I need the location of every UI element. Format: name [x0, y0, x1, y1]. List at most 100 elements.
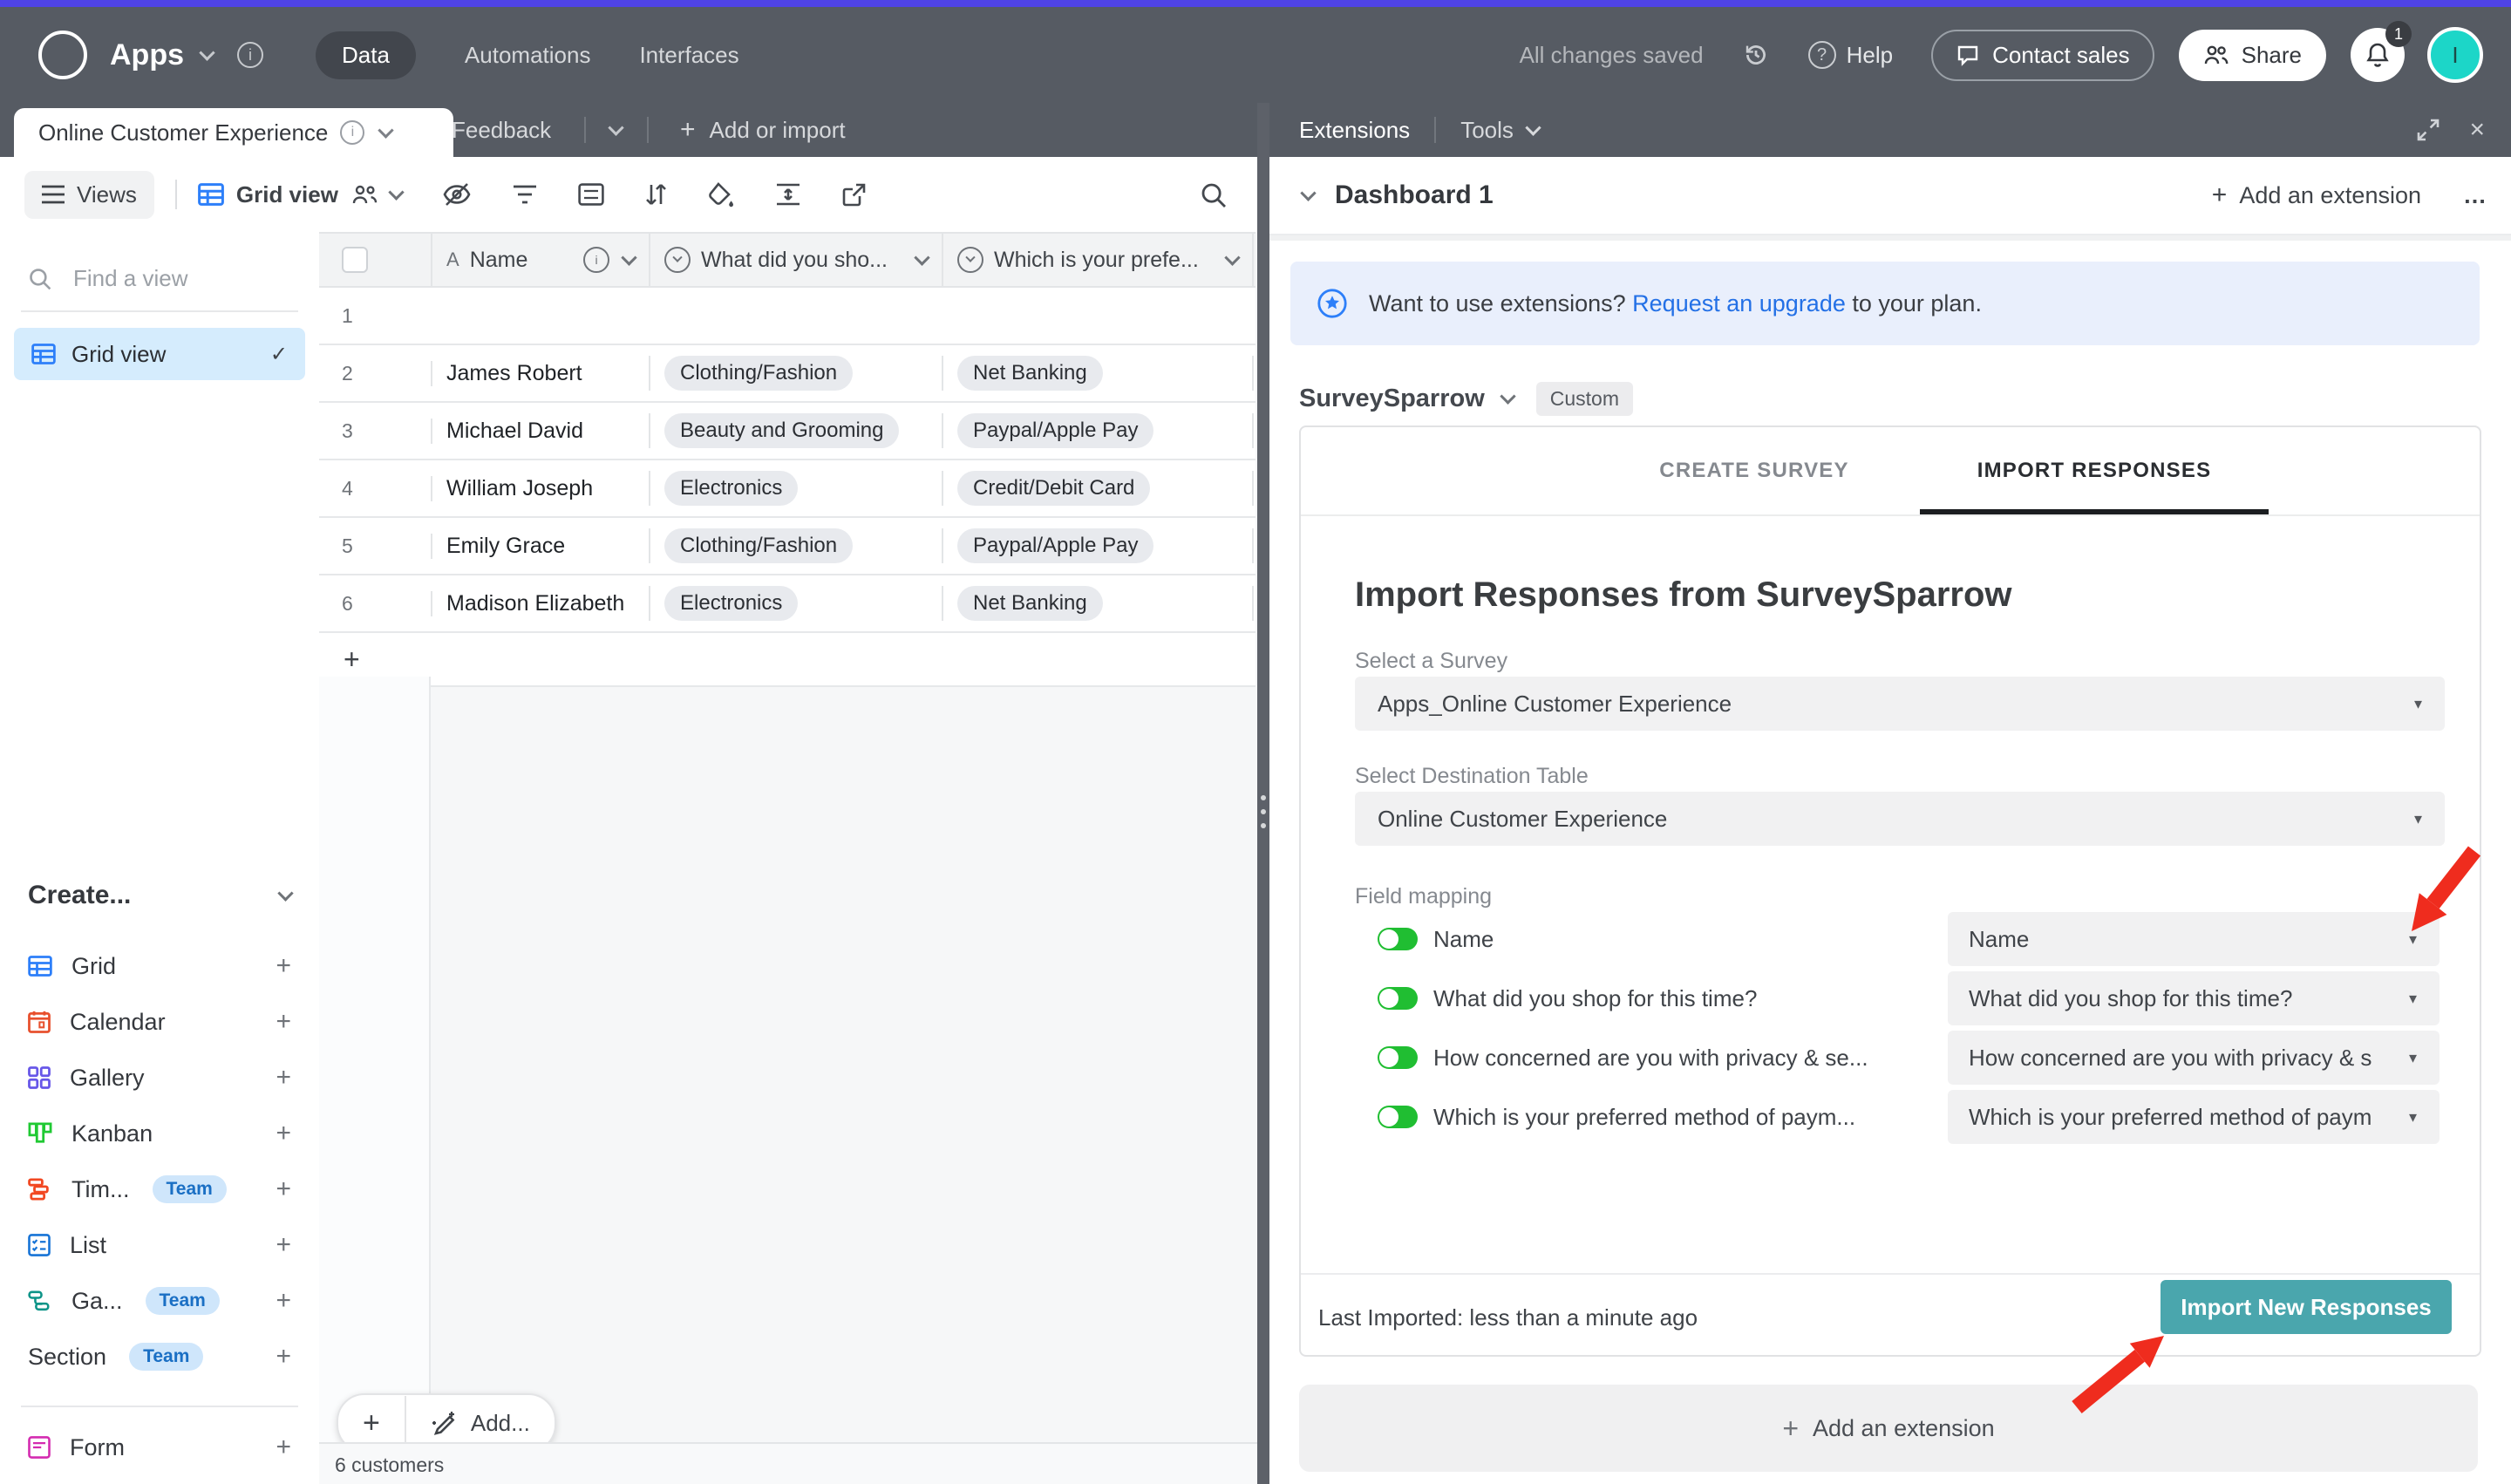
find-view-search[interactable] [28, 263, 269, 294]
column-chevron-down-icon [1224, 249, 1240, 265]
mapping-target-select[interactable]: Which is your preferred method of paym▾ [1948, 1090, 2440, 1144]
add-record-button[interactable]: + [338, 1406, 405, 1440]
tools-menu[interactable]: Tools [1460, 117, 1539, 144]
add-or-import-button[interactable]: + Add or import [680, 103, 846, 157]
caret-down-icon: ▾ [2409, 930, 2417, 949]
sidebar-view-grid-view[interactable]: Grid view ✓ [14, 328, 305, 380]
workspace-logo[interactable] [38, 31, 87, 79]
table-row[interactable]: 1 [319, 288, 1256, 345]
sidebar-item-form[interactable]: Form+ [14, 1425, 305, 1470]
card-footer-divider [1301, 1273, 2480, 1275]
mapping-toggle[interactable] [1378, 1046, 1418, 1069]
team-badge: Team [146, 1287, 220, 1315]
table-chevron-down-icon[interactable] [378, 122, 394, 138]
list-icon [28, 1234, 51, 1256]
table-row[interactable]: 3 Michael David Beauty and Grooming Payp… [319, 403, 1256, 460]
notifications-button[interactable]: 1 [2351, 28, 2405, 82]
tab-create-survey[interactable]: CREATE SURVEY [1597, 427, 1911, 514]
mapping-toggle[interactable] [1378, 928, 1418, 950]
table-info-icon: i [340, 120, 364, 145]
history-icon[interactable] [1742, 41, 1770, 69]
tab-feedback[interactable]: Feedback [452, 103, 551, 157]
ai-add-button[interactable]: Add... [406, 1410, 555, 1437]
add-view-icon: + [276, 1063, 291, 1093]
field-info-icon: i [583, 247, 609, 273]
nav-tab-automations[interactable]: Automations [465, 42, 591, 69]
dashboard-title[interactable]: Dashboard 1 [1335, 180, 1494, 210]
row-height-icon[interactable] [775, 182, 801, 207]
contact-sales-button[interactable]: Contact sales [1931, 30, 2154, 81]
add-extension-button[interactable]: + Add an extension [2212, 180, 2421, 210]
dashboard-chevron-icon[interactable] [1300, 185, 1316, 201]
grid-gutter [319, 677, 431, 1484]
mapping-toggle[interactable] [1378, 987, 1418, 1010]
sort-icon[interactable] [644, 182, 667, 207]
color-icon[interactable] [707, 181, 735, 208]
avatar[interactable]: I [2427, 27, 2483, 83]
tab-import-responses[interactable]: IMPORT RESPONSES [1920, 427, 2269, 514]
table-row[interactable]: 2 James Robert Clothing/Fashion Net Bank… [319, 345, 1256, 403]
add-record-row[interactable]: + [319, 633, 1256, 687]
share-button[interactable]: Share [2179, 30, 2326, 81]
sidebar-item-calendar[interactable]: Calendar+ [14, 999, 305, 1045]
expand-icon[interactable] [2417, 119, 2440, 141]
nav-tab-interfaces[interactable]: Interfaces [639, 42, 738, 69]
sidebar-item-grid[interactable]: Grid+ [14, 943, 305, 989]
base-name[interactable]: Apps [110, 38, 184, 72]
table-row[interactable]: 6 Madison Elizabeth Electronics Net Bank… [319, 575, 1256, 633]
add-extension-bottom-button[interactable]: + Add an extension [1299, 1385, 2478, 1472]
panel-resize-handle[interactable] [1257, 103, 1269, 1484]
hide-fields-icon[interactable] [442, 181, 472, 208]
mapping-target-select[interactable]: What did you shop for this time?▾ [1948, 971, 2440, 1025]
table-row[interactable]: 4 William Joseph Electronics Credit/Debi… [319, 460, 1256, 518]
nav-tab-data[interactable]: Data [316, 31, 416, 79]
extension-chevron-icon[interactable] [1500, 388, 1515, 404]
table-row[interactable]: 5 Emily Grace Clothing/Fashion Paypal/Ap… [319, 518, 1256, 575]
panel-title: Extensions [1299, 117, 1410, 144]
create-section-header[interactable]: Create... [28, 881, 291, 910]
card-heading: Import Responses from SurveySparrow [1355, 575, 2012, 615]
plus-icon: + [2212, 180, 2228, 210]
destination-table-select[interactable]: Online Customer Experience ▾ [1355, 792, 2445, 846]
bell-icon [2365, 41, 2391, 69]
group-icon[interactable] [578, 183, 604, 206]
column-header-name[interactable]: A Name i [431, 234, 649, 286]
mapping-toggle[interactable] [1378, 1106, 1418, 1128]
filter-icon[interactable] [512, 184, 538, 205]
find-view-input[interactable] [70, 263, 269, 294]
mapping-target-select[interactable]: How concerned are you with privacy & s▾ [1948, 1031, 2440, 1085]
sidebar-item-list[interactable]: List+ [14, 1222, 305, 1268]
chevron-down-icon [277, 885, 293, 901]
column-header-payment[interactable]: Which is your prefe... [942, 234, 1254, 286]
select-all-checkbox[interactable] [342, 247, 368, 273]
base-info-icon[interactable]: i [237, 42, 263, 68]
close-icon[interactable]: × [2469, 117, 2485, 143]
select-pill: Clothing/Fashion [664, 528, 853, 563]
sidebar-item-gantt[interactable]: Ga... Team + [14, 1278, 305, 1324]
select-pill: Net Banking [957, 586, 1103, 621]
column-header-shop[interactable]: What did you sho... [649, 234, 942, 286]
tab-online-customer-experience[interactable]: Online Customer Experience i [14, 108, 453, 157]
select-pill: Paypal/Apple Pay [957, 528, 1153, 563]
dashboard-more-icon[interactable]: … [2463, 182, 2487, 209]
base-chevron-down-icon[interactable] [199, 44, 214, 60]
sidebar-item-kanban[interactable]: Kanban+ [14, 1111, 305, 1156]
extension-name[interactable]: SurveySparrow [1299, 385, 1485, 413]
views-button[interactable]: Views [24, 171, 154, 219]
sidebar-item-timeline[interactable]: Tim... Team + [14, 1167, 305, 1212]
sidebar-item-section[interactable]: Section Team + [14, 1334, 305, 1379]
sidebar-item-gallery[interactable]: Gallery+ [14, 1055, 305, 1100]
import-new-responses-button[interactable]: Import New Responses [2161, 1280, 2452, 1334]
tables-chevron-down-icon[interactable] [610, 103, 622, 157]
share-view-icon[interactable] [841, 182, 866, 207]
survey-select[interactable]: Apps_Online Customer Experience ▾ [1355, 677, 2445, 731]
add-view-icon: + [276, 1230, 291, 1260]
mapping-target-select[interactable]: Name▾ [1948, 912, 2440, 966]
extensions-panel: Extensions Tools × Dashboard 1 + Add an … [1269, 103, 2511, 1484]
grid-view-icon [31, 344, 56, 364]
magic-pencil-icon [431, 1410, 457, 1436]
grid-view-switcher[interactable]: Grid view [198, 181, 402, 208]
help-button[interactable]: ? Help [1808, 41, 1893, 69]
search-icon[interactable] [1200, 181, 1228, 209]
request-upgrade-link[interactable]: Request an upgrade [1632, 290, 1846, 317]
